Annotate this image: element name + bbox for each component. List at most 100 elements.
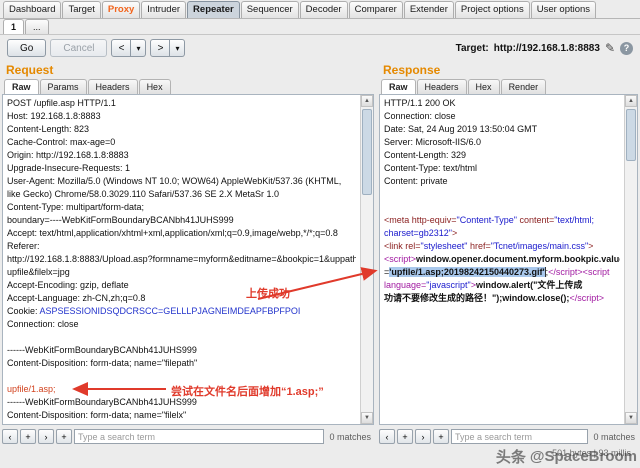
code-line: Server: Microsoft-IIS/6.0 <box>384 136 620 149</box>
request-raw-text[interactable]: POST /upfile.asp HTTP/1.1Host: 192.168.1… <box>3 95 360 424</box>
code-segment: Cache-Control: max-age=0 <box>7 137 115 147</box>
code-line: Accept: text/html,application/xhtml+xml,… <box>7 227 356 240</box>
target-bar: Target: http://192.168.1.8:8883 ✎ ? <box>456 41 633 55</box>
scroll-up-icon[interactable]: ▲ <box>625 95 637 107</box>
code-line: <script>window.opener.document.myform.bo… <box>384 253 620 266</box>
code-line <box>384 201 620 214</box>
go-button[interactable]: Go <box>7 39 46 57</box>
request-tab-hex[interactable]: Hex <box>139 79 171 94</box>
target-label: Target: <box>456 43 489 54</box>
response-editor[interactable]: HTTP/1.1 200 OKConnection: closeDate: Sa… <box>379 94 638 425</box>
code-segment: Content-Type: multipart/form-data; <box>7 202 144 212</box>
response-search-add-button[interactable]: + <box>397 429 413 444</box>
response-scrollbar[interactable]: ▲ ▼ <box>624 95 637 424</box>
repeater-tab-1[interactable]: 1 <box>3 19 24 34</box>
response-scrollbar-thumb[interactable] <box>626 109 636 161</box>
request-editor[interactable]: POST /upfile.asp HTTP/1.1Host: 192.168.1… <box>2 94 374 425</box>
code-line: Referer: <box>7 240 356 253</box>
main-tab-extender[interactable]: Extender <box>404 1 454 18</box>
response-tab-render[interactable]: Render <box>501 79 547 94</box>
response-search-add2-button[interactable]: + <box>433 429 449 444</box>
main-tab-bar: DashboardTargetProxyIntruderRepeaterSequ… <box>0 0 640 19</box>
history-back-dropdown-icon[interactable]: ▾ <box>131 39 146 57</box>
request-search-add2-button[interactable]: + <box>56 429 72 444</box>
response-search-prev-button[interactable]: ‹ <box>379 429 395 444</box>
request-search-bar: ‹ + › + 0 matches <box>2 425 374 445</box>
scroll-up-icon[interactable]: ▲ <box>361 95 373 107</box>
code-line: like Gecko) Chrome/58.0.3029.110 Safari/… <box>7 188 356 201</box>
request-search-input[interactable] <box>74 429 324 444</box>
request-tab-headers[interactable]: Headers <box>88 79 138 94</box>
code-segment: User-Agent: Mozilla/5.0 (Windows NT 10.0… <box>7 176 341 186</box>
response-tab-hex[interactable]: Hex <box>468 79 500 94</box>
watermark: 头条 @SpaceBroom <box>496 446 637 467</box>
code-segment: Content: private <box>384 176 448 186</box>
history-forward-dropdown-icon[interactable]: ▾ <box>170 39 185 57</box>
code-segment: content= <box>517 215 554 225</box>
code-segment: Accept-Encoding: gzip, deflate <box>7 280 129 290</box>
request-scrollbar[interactable]: ▲ ▼ <box>360 95 373 424</box>
code-segment: 'upfile/1.asp;20198242150440273.gif' <box>389 267 545 277</box>
code-segment: Content-Disposition: form-data; name="fi… <box>7 358 197 368</box>
help-icon[interactable]: ? <box>620 42 633 55</box>
code-segment: href= <box>467 241 490 251</box>
cancel-button[interactable]: Cancel <box>50 39 107 57</box>
response-search-input[interactable] <box>451 429 588 444</box>
edit-target-icon[interactable]: ✎ <box>605 41 615 55</box>
code-segment: > <box>588 241 593 251</box>
main-tab-project-options[interactable]: Project options <box>455 1 530 18</box>
repeater-tab-more[interactable]: ... <box>25 19 49 34</box>
code-segment: Date: Sat, 24 Aug 2019 13:50:04 GMT <box>384 124 537 134</box>
history-forward-button[interactable]: > <box>150 39 170 57</box>
main-tab-target[interactable]: Target <box>62 1 100 18</box>
main-tab-comparer[interactable]: Comparer <box>349 1 403 18</box>
code-segment: Content-Type: text/html <box>384 163 477 173</box>
response-panel-title: Response <box>379 61 638 78</box>
code-segment: "javascript" <box>426 280 470 290</box>
code-line: charset=gb2312"> <box>384 227 620 240</box>
code-segment: Accept: text/html,application/xhtml+xml,… <box>7 228 338 238</box>
main-tab-user-options[interactable]: User options <box>531 1 596 18</box>
code-segment: Connection: close <box>384 111 456 121</box>
code-segment: language= <box>384 280 426 290</box>
code-segment: Connection: close <box>7 319 79 329</box>
request-search-add-button[interactable]: + <box>20 429 36 444</box>
code-line: Accept-Language: zh-CN,zh;q=0.8 <box>7 292 356 305</box>
main-tab-decoder[interactable]: Decoder <box>300 1 348 18</box>
scroll-down-icon[interactable]: ▼ <box>625 412 637 424</box>
main-tab-dashboard[interactable]: Dashboard <box>3 1 61 18</box>
code-line: Cookie: ASPSESSIONIDSQDCRSCC=GELLLPJAGNE… <box>7 305 356 318</box>
main-tab-proxy[interactable]: Proxy <box>102 1 140 18</box>
request-scrollbar-thumb[interactable] <box>362 109 372 195</box>
scroll-down-icon[interactable]: ▼ <box>361 412 373 424</box>
response-search-next-button[interactable]: › <box>415 429 431 444</box>
code-segment: http://192.168.1.8:8883/Upload.asp?formn… <box>7 254 356 264</box>
code-segment: Content-Length: 329 <box>384 150 466 160</box>
main-tab-repeater[interactable]: Repeater <box>187 1 240 18</box>
code-segment: "text/html; <box>554 215 594 225</box>
request-search-prev-button[interactable]: ‹ <box>2 429 18 444</box>
response-search-bar: ‹ + › + 0 matches <box>379 425 638 445</box>
request-tab-params[interactable]: Params <box>40 79 87 94</box>
history-back-button[interactable]: < <box>111 39 131 57</box>
code-segment: charset=gb2312" <box>384 228 452 238</box>
main-tab-intruder[interactable]: Intruder <box>141 1 186 18</box>
request-tab-raw[interactable]: Raw <box>4 79 39 94</box>
request-search-next-button[interactable]: › <box>38 429 54 444</box>
code-segment: 功请不要修改生成的路径！");window.close(); <box>384 293 569 303</box>
code-line: http://192.168.1.8:8883/Upload.asp?formn… <box>7 253 356 266</box>
response-tab-raw[interactable]: Raw <box>381 79 416 94</box>
response-tab-headers[interactable]: Headers <box>417 79 467 94</box>
code-segment: Cookie: <box>7 306 40 316</box>
code-line: Content-Type: text/html <box>384 162 620 175</box>
code-segment: Accept-Language: zh-CN,zh;q=0.8 <box>7 293 145 303</box>
watermark-handle: @SpaceBroom <box>530 448 637 465</box>
main-tab-sequencer[interactable]: Sequencer <box>241 1 299 18</box>
code-line: Content-Length: 329 <box>384 149 620 162</box>
response-match-count: 0 matches <box>593 432 635 442</box>
code-line: Connection: close <box>7 318 356 331</box>
code-line: language="javascript">window.alert("文件上传… <box>384 279 620 292</box>
code-line <box>7 331 356 344</box>
code-line <box>7 370 356 383</box>
response-raw-text[interactable]: HTTP/1.1 200 OKConnection: closeDate: Sa… <box>380 95 624 424</box>
